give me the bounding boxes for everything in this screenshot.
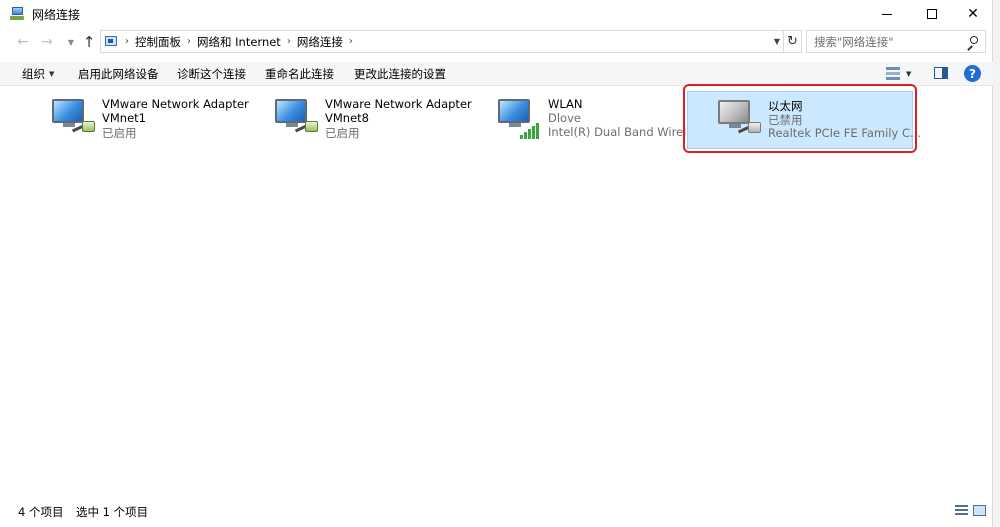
adjacent-window-edge (993, 0, 1000, 527)
connections-list: VMware Network Adapter VMnet1 已启用 VMware… (0, 90, 993, 495)
title-bar: 网络连接 (0, 0, 993, 28)
connection-name: WLAN (548, 97, 583, 111)
diagnose-button[interactable]: 诊断这个连接 (177, 62, 246, 86)
rename-button[interactable]: 重命名此连接 (265, 62, 334, 86)
connection-status: 已启用 (325, 126, 360, 140)
breadcrumb-control-panel[interactable]: 控制面板 (135, 34, 181, 50)
change-view-button[interactable]: ▼ (886, 66, 914, 82)
connection-status: 已启用 (102, 126, 137, 140)
view-switcher (955, 505, 986, 516)
close-button[interactable]: ✕ (950, 0, 996, 28)
forward-button[interactable]: → (38, 30, 56, 54)
organize-label: 组织 (22, 67, 45, 81)
help-icon[interactable]: ? (964, 65, 981, 82)
network-connections-window: 网络连接 ✕ ← → ▼ ↑ › 控制面板 › 网络和 Internet › 网… (0, 0, 993, 527)
refresh-button[interactable]: ↻ (784, 30, 802, 53)
refresh-icon: ↻ (787, 34, 798, 49)
forward-arrow-icon: → (41, 34, 53, 50)
large-icons-view-icon[interactable] (973, 505, 986, 516)
connection-item-vmnet8[interactable]: VMware Network Adapter VMnet8 已启用 (271, 91, 497, 149)
connection-network: VMnet8 (325, 111, 369, 125)
change-settings-button[interactable]: 更改此连接的设置 (354, 62, 446, 86)
connection-network: Dlove (548, 111, 581, 125)
organize-menu[interactable]: 组织 ▼ (22, 62, 54, 86)
connection-device: Intel(R) Dual Band Wirele... (548, 125, 705, 139)
connection-name: VMware Network Adapter (102, 97, 249, 111)
chevron-down-icon: ▼ (67, 37, 75, 47)
window-title: 网络连接 (32, 7, 81, 22)
network-adapter-icon (275, 97, 321, 141)
minimize-button[interactable] (864, 0, 910, 28)
network-adapter-icon (52, 97, 98, 141)
address-bar[interactable]: › 控制面板 › 网络和 Internet › 网络连接 › (100, 30, 784, 53)
selected-count: 选中 1 个项目 (76, 505, 149, 519)
details-view-icon[interactable] (955, 505, 968, 516)
search-icon[interactable] (964, 34, 980, 51)
breadcrumb-separator[interactable]: › (349, 36, 353, 47)
minimize-icon (882, 13, 892, 15)
close-icon: ✕ (967, 6, 979, 22)
address-history-dropdown[interactable]: ▼ (770, 30, 784, 53)
maximize-icon (927, 9, 937, 19)
breadcrumb-network-connections[interactable]: 网络连接 (297, 34, 343, 50)
search-box[interactable]: 搜索"网络连接" (806, 30, 986, 53)
disabled-ethernet-icon (718, 98, 764, 142)
maximize-button[interactable] (909, 0, 955, 28)
network-connections-icon (10, 7, 26, 21)
connection-name: VMware Network Adapter (325, 97, 472, 111)
connection-network: VMnet1 (102, 111, 146, 125)
recent-locations-button[interactable]: ▼ (62, 30, 80, 54)
chevron-down-icon: ▼ (906, 70, 912, 78)
connection-item-ethernet[interactable]: 以太网 已禁用 Realtek PCIe FE Family C... (687, 91, 921, 149)
breadcrumb-separator[interactable]: › (287, 36, 291, 47)
chevron-down-icon: ▼ (49, 70, 55, 78)
up-arrow-icon: ↑ (82, 33, 96, 51)
breadcrumb-separator[interactable]: › (125, 36, 129, 47)
enable-device-button[interactable]: 启用此网络设备 (78, 62, 159, 86)
back-button[interactable]: ← (14, 30, 32, 54)
status-bar: 4 个项目 选中 1 个项目 (0, 502, 993, 522)
back-arrow-icon: ← (17, 34, 29, 50)
wireless-adapter-icon (498, 97, 544, 141)
up-button[interactable]: ↑ (80, 30, 98, 54)
breadcrumb-separator[interactable]: › (187, 36, 191, 47)
preview-pane-icon[interactable] (934, 67, 948, 79)
control-panel-icon (105, 35, 119, 48)
chevron-down-icon: ▼ (773, 37, 781, 46)
item-count: 4 个项目 (18, 505, 64, 519)
connection-item-vmnet1[interactable]: VMware Network Adapter VMnet1 已启用 (48, 91, 274, 149)
signal-bars-icon (520, 123, 540, 139)
command-bar: 组织 ▼ 启用此网络设备 诊断这个连接 重命名此连接 更改此连接的设置 ▼ (0, 62, 993, 86)
view-options-icon (886, 67, 900, 81)
search-input[interactable]: 搜索"网络连接" (814, 34, 964, 50)
connection-device: Realtek PCIe FE Family C... (768, 126, 921, 140)
breadcrumb-network-and-internet[interactable]: 网络和 Internet (197, 34, 281, 50)
